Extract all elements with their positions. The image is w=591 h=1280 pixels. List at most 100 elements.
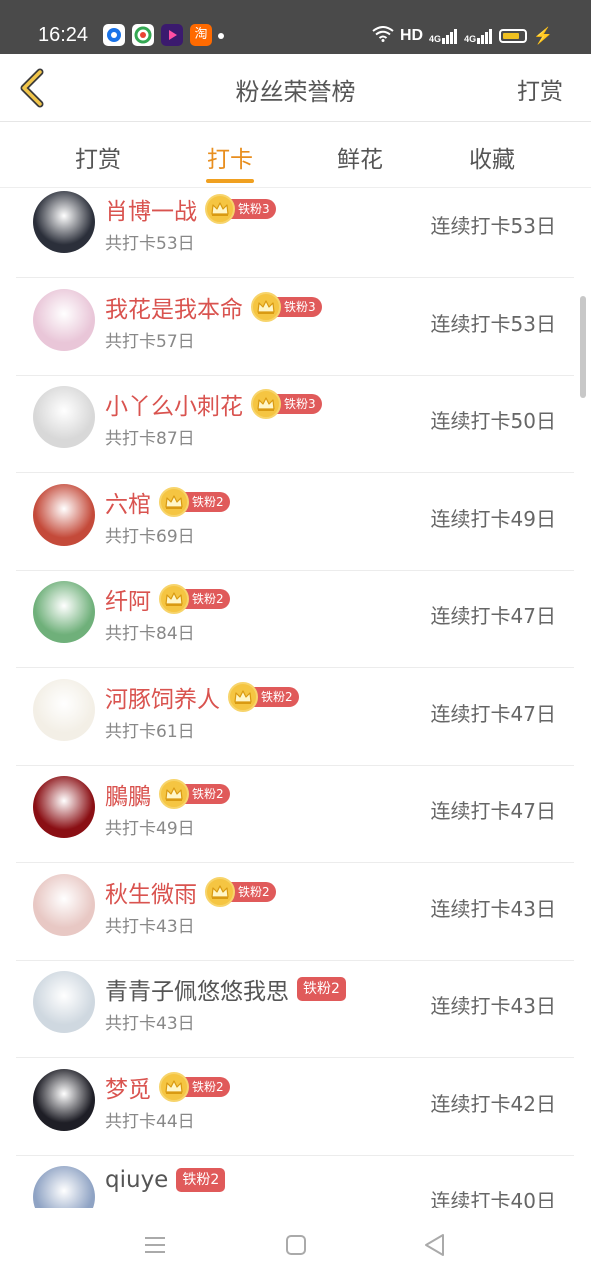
fan-level-badge: 铁粉2 <box>297 977 346 1001</box>
total-checkin-days: 共打卡84日 <box>105 624 195 644</box>
avatar[interactable] <box>33 678 95 741</box>
fan-row[interactable]: 小丫么小刺花 铁粉3 共打卡87日 连续打卡50日 <box>16 376 574 473</box>
fan-name-line: 肖博一战 铁粉3 <box>105 192 276 226</box>
fan-row[interactable]: 梦觅 铁粉2 共打卡44日 连续打卡42日 <box>16 1059 574 1156</box>
status-time: 16:24 <box>38 24 89 46</box>
consecutive-checkin-days: 连续打卡50日 <box>430 409 556 433</box>
home-square-icon <box>286 1235 306 1255</box>
fan-level-label: 铁粉2 <box>176 1168 226 1192</box>
signal-label-1: 4G <box>429 34 442 44</box>
total-checkin-days: 共打卡43日 <box>105 1014 195 1034</box>
crown-icon <box>251 291 281 322</box>
fan-name[interactable]: 梦觅 <box>105 1070 151 1104</box>
fan-name-line: 青青子佩悠悠我思 铁粉2 <box>105 972 346 1006</box>
consecutive-checkin-days: 连续打卡53日 <box>430 311 556 336</box>
total-checkin-days: 共打卡53日 <box>105 234 195 254</box>
avatar[interactable] <box>33 873 95 936</box>
crown-icon <box>205 194 235 224</box>
fan-name[interactable]: 河豚饲养人 <box>105 680 220 714</box>
consecutive-checkin-days: 连续打卡47日 <box>430 799 556 823</box>
fan-level-label: 铁粉2 <box>182 784 230 804</box>
fan-row[interactable]: 我花是我本命 铁粉3 共打卡57日 连续打卡53日 <box>16 279 574 376</box>
signal-icon-1: 4G <box>429 28 458 44</box>
menu-icon <box>145 1237 165 1253</box>
back-triangle-icon <box>425 1234 444 1256</box>
tab-favorites[interactable]: 收藏 <box>452 140 532 174</box>
status-bar: 16:24 淘 HD 4G 4G ⚡ <box>0 0 591 54</box>
crown-icon <box>159 584 189 614</box>
avatar[interactable] <box>33 1068 95 1131</box>
fan-name[interactable]: 小丫么小刺花 <box>105 387 243 421</box>
avatar[interactable] <box>33 971 95 1033</box>
home-button[interactable] <box>283 1232 309 1258</box>
crown-icon <box>205 876 235 907</box>
fan-name-line: 我花是我本命 铁粉3 <box>105 290 322 324</box>
avatar[interactable] <box>33 483 95 546</box>
tab-reward[interactable]: 打赏 <box>58 140 138 174</box>
fan-name[interactable]: qiuye <box>105 1167 168 1193</box>
fan-level-label: 铁粉3 <box>228 199 276 219</box>
app-header: 粉丝荣誉榜 打赏 <box>0 54 591 122</box>
notification-dot <box>218 33 224 39</box>
tab-checkin[interactable]: 打卡 <box>190 140 270 174</box>
total-checkin-days: 共打卡43日 <box>105 916 195 937</box>
crown-icon <box>159 779 189 809</box>
avatar[interactable] <box>33 1166 95 1209</box>
fan-level-label: 铁粉2 <box>182 589 230 609</box>
fan-row[interactable]: 鵩鵩 铁粉2 共打卡49日 连续打卡47日 <box>16 766 574 863</box>
consecutive-checkin-days: 连续打卡47日 <box>430 701 556 726</box>
fan-level-badge: 铁粉3 <box>251 389 322 419</box>
hd-label: HD <box>399 27 424 44</box>
fan-name[interactable]: 纤阿 <box>105 582 151 616</box>
fan-name-line: 梦觅 铁粉2 <box>105 1070 230 1104</box>
fan-row[interactable]: 河豚饲养人 铁粉2 共打卡61日 连续打卡47日 <box>16 669 574 766</box>
fan-name[interactable]: 鵩鵩 <box>105 777 151 811</box>
avatar[interactable] <box>33 776 95 838</box>
total-checkin-days: 共打卡57日 <box>105 331 195 352</box>
fan-row[interactable]: 六棺 铁粉2 共打卡69日 连续打卡49日 <box>16 474 574 571</box>
fan-name[interactable]: 秋生微雨 <box>105 875 197 909</box>
total-checkin-days: 共打卡44日 <box>105 1111 195 1132</box>
consecutive-checkin-days: 连续打卡53日 <box>430 214 556 238</box>
active-tab-indicator <box>206 179 254 183</box>
fan-level-badge: 铁粉2 <box>159 779 230 809</box>
tab-bar: 打赏 打卡 鲜花 收藏 <box>0 122 591 188</box>
charging-icon: ⚡ <box>533 28 553 45</box>
video-app-icon <box>161 24 183 46</box>
fan-row[interactable]: 肖博一战 铁粉3 共打卡53日 连续打卡53日 <box>16 189 574 278</box>
fan-row[interactable]: 青青子佩悠悠我思 铁粉2 共打卡43日 连续打卡43日 <box>16 961 574 1058</box>
avatar[interactable] <box>33 386 95 448</box>
fan-name-line: 纤阿 铁粉2 <box>105 582 230 616</box>
fan-name[interactable]: 青青子佩悠悠我思 <box>105 972 289 1006</box>
reward-button[interactable]: 打赏 <box>517 72 563 106</box>
consecutive-checkin-days: 连续打卡43日 <box>430 896 556 921</box>
total-checkin-days: 共打卡87日 <box>105 429 195 449</box>
fan-level-badge: 铁粉3 <box>205 194 276 224</box>
fan-name[interactable]: 六棺 <box>105 485 151 519</box>
fan-level-label: 铁粉3 <box>274 296 322 317</box>
consecutive-checkin-days: 连续打卡43日 <box>430 994 556 1018</box>
fan-name[interactable]: 我花是我本命 <box>105 290 243 324</box>
fan-name[interactable]: 肖博一战 <box>105 192 197 226</box>
status-indicators: HD 4G 4G ⚡ <box>372 22 553 50</box>
back-nav-button[interactable] <box>422 1232 448 1258</box>
avatar[interactable] <box>33 581 95 643</box>
fan-name-line: 六棺 铁粉2 <box>105 485 230 519</box>
fan-row[interactable]: 纤阿 铁粉2 共打卡84日 连续打卡47日 <box>16 571 574 668</box>
menu-button[interactable] <box>142 1232 168 1258</box>
signal-label-2: 4G <box>464 34 477 44</box>
avatar[interactable] <box>33 191 95 253</box>
tab-flowers[interactable]: 鲜花 <box>320 140 400 174</box>
fan-row[interactable]: 秋生微雨 铁粉2 共打卡43日 连续打卡43日 <box>16 864 574 961</box>
fan-level-label: 铁粉2 <box>228 881 276 902</box>
crown-icon <box>228 681 258 712</box>
camera-app-icon <box>132 24 154 46</box>
fan-level-badge: 铁粉2 <box>159 1071 230 1102</box>
scrollbar[interactable] <box>580 296 586 398</box>
signal-icon-2: 4G <box>464 28 493 44</box>
fan-row[interactable]: qiuye 铁粉2 连续打卡40日 <box>16 1156 574 1209</box>
crown-icon <box>159 486 189 517</box>
avatar[interactable] <box>33 288 95 351</box>
fan-level-badge: 铁粉2 <box>159 486 230 517</box>
fan-ranking-list[interactable]: 肖博一战 铁粉3 共打卡53日 连续打卡53日 我花是我本命 铁粉3 共打卡57日 连续打卡5… <box>0 189 591 1209</box>
